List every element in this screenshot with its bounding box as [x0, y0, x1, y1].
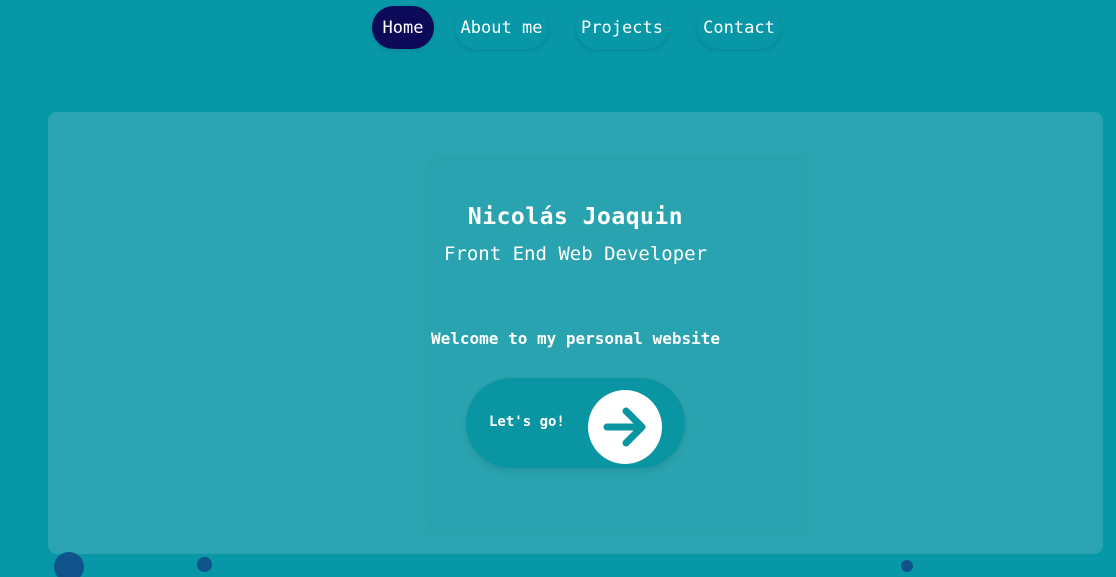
top-nav: Home About me Projects Contact [0, 6, 1116, 50]
nav-home[interactable]: Home [372, 6, 434, 49]
nav-contact-label: Contact [703, 17, 775, 38]
lets-go-label: Let's go! [489, 414, 565, 430]
decorative-dot [197, 557, 212, 572]
welcome-text: Welcome to my personal website [431, 329, 720, 348]
hero-card: Nicolás Joaquin Front End Web Developer … [48, 112, 1103, 554]
nav-home-label: Home [382, 17, 424, 38]
hero-name: Nicolás Joaquin [467, 204, 684, 230]
nav-projects-label: Projects [581, 17, 663, 38]
hero-role: Front End Web Developer [443, 243, 708, 265]
decorative-dot [901, 560, 913, 572]
page: Home About me Projects Contact Nicolás J… [0, 0, 1116, 577]
arrow-right-icon [588, 390, 662, 464]
nav-about-me[interactable]: About me [455, 6, 548, 49]
nav-contact[interactable]: Contact [697, 6, 781, 49]
lets-go-button[interactable]: Let's go! [466, 378, 685, 468]
decorative-dot [54, 552, 84, 577]
nav-about-me-label: About me [460, 17, 543, 38]
nav-projects[interactable]: Projects [576, 6, 668, 49]
